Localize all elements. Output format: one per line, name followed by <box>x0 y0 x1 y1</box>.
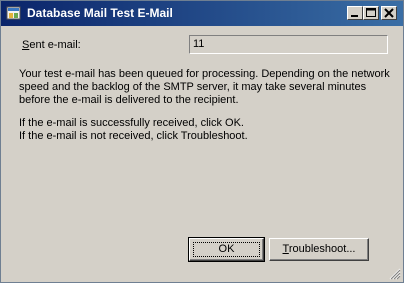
message-line-5: If the e-mail is not received, click Tro… <box>19 130 248 142</box>
minimize-icon <box>351 15 358 17</box>
close-icon <box>384 8 394 18</box>
maximize-button[interactable] <box>363 6 379 20</box>
minimize-button[interactable] <box>347 6 363 20</box>
dialog-window: Database Mail Test E-Mail Sent e-mail: 1… <box>0 0 404 283</box>
title-bar[interactable]: Database Mail Test E-Mail <box>1 1 403 26</box>
database-mail-icon <box>6 6 21 20</box>
close-button[interactable] <box>381 6 397 20</box>
resize-grip-icon[interactable] <box>389 268 401 280</box>
troubleshoot-button[interactable]: Troubleshoot... <box>269 238 369 261</box>
sent-email-field[interactable]: 11 <box>189 35 388 54</box>
focus-rectangle <box>193 242 260 257</box>
message-line-1: Your test e-mail has been queued for pro… <box>19 68 390 80</box>
maximize-icon <box>366 8 376 17</box>
window-title: Database Mail Test E-Mail <box>27 6 173 20</box>
message-line-4: If the e-mail is successfully received, … <box>19 117 244 129</box>
sent-email-label: Sent e-mail: <box>22 39 81 51</box>
message-line-3: before the e-mail is delivered to the re… <box>19 94 239 106</box>
message-line-2: speed and the backlog of the SMTP server… <box>19 81 367 93</box>
sent-label-text: ent e-mail: <box>29 39 81 51</box>
troubleshoot-button-label: roubleshoot... <box>288 243 356 255</box>
ok-button[interactable]: OK <box>188 237 265 262</box>
